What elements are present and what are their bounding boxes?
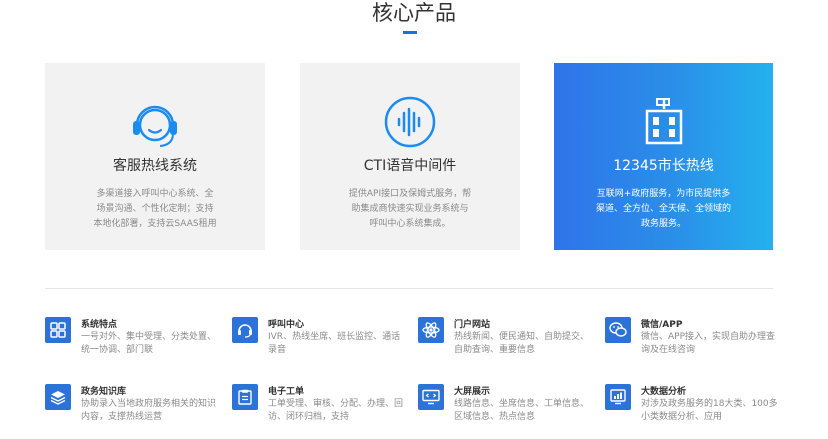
feature-big-data[interactable]: 大数据分析 对涉及政务服务的18大类、100多小类数据分析、应用: [605, 384, 785, 434]
feature-wechat-app[interactable]: 微信/APP 微信、APP接入，实现自助办理查询及在线咨询: [605, 317, 785, 367]
card-description: 提供API接口及保姆式服务，帮助集成商快速实现业务系统与呼叫中心系统集成。: [348, 189, 472, 229]
feature-title: 大数据分析: [641, 387, 687, 397]
feature-big-screen[interactable]: 大屏展示 线路信息、坐席信息、工单信息、区域信息、热点信息: [418, 384, 598, 434]
feature-description: 微信、APP接入，实现自助办理查询及在线咨询: [641, 332, 776, 355]
feature-call-center[interactable]: 呼叫中心 IVR、热线坐席、班长监控、通话录音: [232, 317, 412, 367]
analytics-icon: [605, 384, 631, 410]
layers-icon: [45, 384, 71, 410]
wechat-icon: [605, 317, 631, 343]
feature-description: IVR、热线坐席、班长监控、通话录音: [268, 332, 401, 355]
product-card-12345[interactable]: 12345市长热线 互联网+政府服务，为市民提供多渠道、全方位、全天候、全领域的…: [554, 63, 773, 250]
feature-title: 微信/APP: [641, 320, 683, 330]
feature-title: 系统特点: [81, 320, 118, 330]
atom-icon: [418, 317, 444, 343]
monitor-icon: [418, 384, 444, 410]
feature-title: 电子工单: [268, 387, 305, 397]
feature-description: 一号对外、集中受理、分类处置、统一协调、部门联: [81, 332, 217, 355]
feature-portal[interactable]: 门户网站 热线新闻、便民通知、自助提交、自助查询、重要信息: [418, 317, 598, 367]
divider: [45, 288, 773, 289]
soundwave-icon: [384, 96, 436, 148]
feature-title: 门户网站: [454, 320, 491, 330]
feature-system-traits[interactable]: 系统特点 一号对外、集中受理、分类处置、统一协调、部门联: [45, 317, 225, 367]
feature-e-workorder[interactable]: 电子工单 工单受理、审核、分配、办理、回访、闭环归档，支持: [232, 384, 412, 434]
feature-description: 工单受理、审核、分配、办理、回访、闭环归档，支持: [268, 399, 404, 422]
card-description: 多渠道接入呼叫中心系统、全场景沟通、个性化定制；支持本地化部署，支持云SAAS租…: [93, 189, 217, 229]
title-underline: [403, 31, 417, 34]
feature-description: 对涉及政务服务的18大类、100多小类数据分析、应用: [641, 399, 778, 422]
card-title: CTI语音中间件: [363, 158, 457, 174]
feature-knowledge-base[interactable]: 政务知识库 协助录入当地政府服务相关的知识内容，支撑热线运营: [45, 384, 225, 434]
feature-title: 呼叫中心: [268, 320, 305, 330]
card-title: 客服热线系统: [113, 158, 197, 174]
product-card-cti[interactable]: CTI语音中间件 提供API接口及保姆式服务，帮助集成商快速实现业务系统与呼叫中…: [300, 63, 520, 250]
feature-description: 热线新闻、便民通知、自助提交、自助查询、重要信息: [454, 332, 590, 355]
feature-title: 大屏展示: [454, 387, 491, 397]
headset-icon: [232, 317, 258, 343]
feature-description: 线路信息、坐席信息、工单信息、区域信息、热点信息: [454, 399, 590, 422]
card-description: 互联网+政府服务，为市民提供多渠道、全方位、全天候、全领域的政务服务。: [596, 189, 732, 229]
clipboard-icon: [232, 384, 258, 410]
section-title: 核心产品: [372, 1, 456, 25]
building-icon: [645, 98, 682, 145]
grid-icon: [45, 317, 71, 343]
card-title: 12345市长热线: [613, 158, 714, 174]
product-card-hotline[interactable]: 客服热线系统 多渠道接入呼叫中心系统、全场景沟通、个性化定制；支持本地化部署，支…: [45, 63, 265, 250]
headset-icon: [133, 105, 177, 147]
feature-description: 协助录入当地政府服务相关的知识内容，支撑热线运营: [81, 399, 217, 422]
feature-title: 政务知识库: [81, 387, 127, 397]
